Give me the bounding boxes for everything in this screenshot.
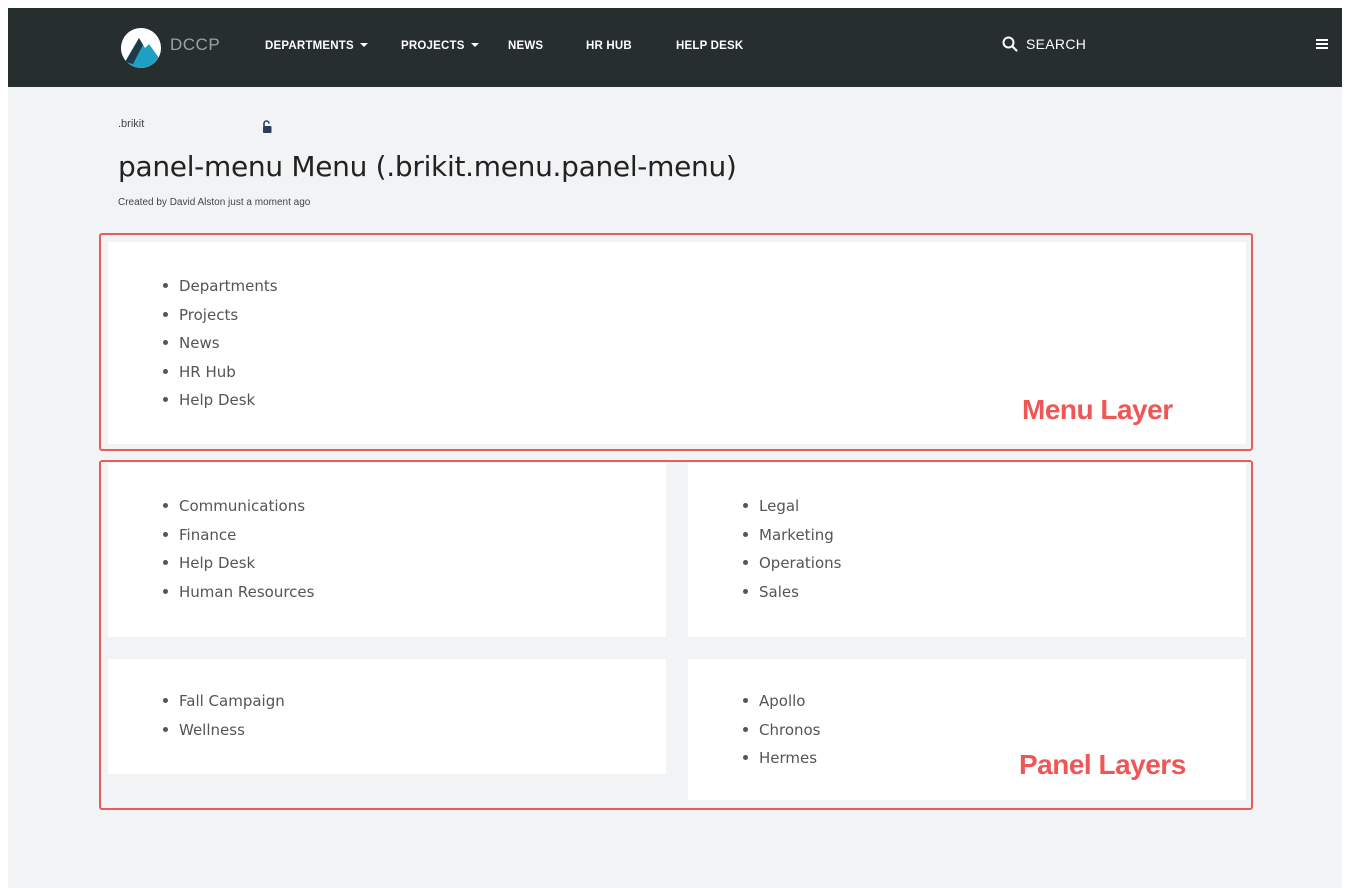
unlocked-padlock-icon[interactable] [261, 120, 273, 134]
page-byline: Created by David Alston just a moment ag… [118, 197, 311, 208]
search-label: SEARCH [1026, 36, 1087, 52]
nav-help-desk[interactable]: HELP DESK [676, 40, 743, 52]
chevron-down-icon [470, 43, 479, 47]
hamburger-menu-icon[interactable] [1316, 39, 1328, 51]
nav-projects[interactable]: PROJECTS [401, 40, 479, 52]
breadcrumb[interactable]: .brikit [118, 118, 144, 130]
page-canvas: DCCP DEPARTMENTS PROJECTS NEWS HR HUB HE… [8, 8, 1342, 888]
nav-news[interactable]: NEWS [508, 40, 543, 52]
search-icon [1002, 36, 1018, 52]
mountain-logo-icon[interactable] [121, 28, 161, 68]
search-button[interactable]: SEARCH [1002, 36, 1086, 52]
panel-layers-annotation-label: Panel Layers [1019, 749, 1186, 780]
nav-hr-hub[interactable]: HR HUB [586, 40, 632, 52]
page-title: panel-menu Menu (.brikit.menu.panel-menu… [118, 150, 737, 183]
nav-departments-label: DEPARTMENTS [265, 40, 354, 52]
nav-projects-label: PROJECTS [401, 40, 465, 52]
brand-name[interactable]: DCCP [170, 35, 220, 55]
top-nav-bar: DCCP DEPARTMENTS PROJECTS NEWS HR HUB HE… [8, 8, 1342, 87]
chevron-down-icon [359, 43, 368, 47]
nav-departments[interactable]: DEPARTMENTS [265, 40, 368, 52]
menu-layer-annotation-label: Menu Layer [1022, 394, 1173, 425]
